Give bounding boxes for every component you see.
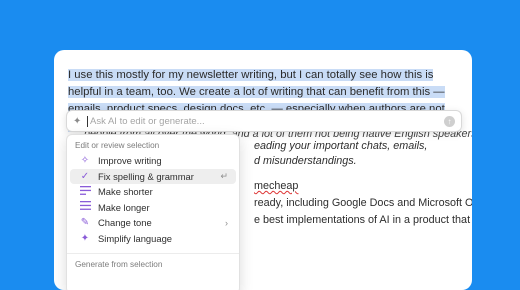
sparkle-icon: ✧	[80, 155, 90, 167]
menu-item-make-shorter[interactable]: Make shorter	[70, 184, 236, 200]
background-line: mecheap	[254, 180, 299, 192]
menu-item-simplify-language[interactable]: ✦ Simplify language	[70, 231, 236, 247]
sparkle-icon: ✦	[80, 232, 90, 244]
menu-section-generate: Generate from selection	[75, 260, 163, 269]
check-icon: ✓	[80, 170, 90, 182]
document-card: I use this mostly for my newsletter writ…	[54, 50, 472, 290]
lines-long-icon	[78, 201, 92, 213]
sparkle-icon: ✦	[73, 115, 82, 127]
menu-item-fix-spelling[interactable]: ✓ Fix spelling & grammar ↵	[70, 168, 236, 184]
arrow-up-icon[interactable]: ↑	[444, 115, 455, 127]
ai-prompt-input[interactable]	[88, 115, 444, 127]
menu-section-edit: Edit or review selection	[75, 141, 160, 150]
ai-actions-menu: Edit or review selection ✧ Improve writi…	[66, 134, 240, 290]
chevron-right-icon: ›	[225, 217, 228, 228]
background-line: eading your important chats, emails,	[254, 140, 428, 152]
ai-prompt-bar[interactable]: ✦ ↑	[66, 110, 462, 132]
background-line: ready, including Google Docs and Microso…	[254, 197, 472, 209]
enter-key-icon: ↵	[220, 170, 228, 181]
background-line: e best implementations of AI in a produc…	[254, 214, 472, 226]
menu-item-improve-writing[interactable]: ✧ Improve writing	[70, 153, 236, 169]
lines-short-icon	[78, 185, 92, 198]
menu-item-change-tone[interactable]: ✎ Change tone ›	[70, 215, 236, 231]
pen-icon: ✎	[80, 217, 90, 229]
background-line: d misunderstandings.	[254, 155, 357, 167]
menu-item-make-longer[interactable]: Make longer	[70, 200, 236, 216]
